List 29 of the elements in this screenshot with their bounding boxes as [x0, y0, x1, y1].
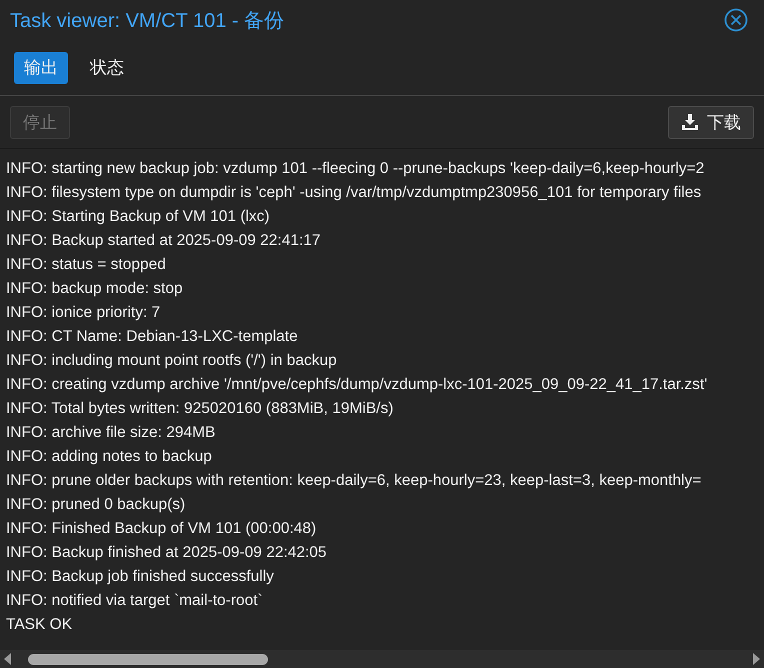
- log-line: INFO: adding notes to backup: [6, 447, 213, 467]
- log-line: INFO: including mount point rootfs ('/') in backup: [6, 351, 338, 371]
- window-title: Task viewer: VM/CT 101 - 备份: [10, 8, 284, 34]
- log-line: INFO: notified via target `mail-to-root`: [6, 591, 264, 611]
- tab[interactable]: 输出: [14, 52, 68, 84]
- tab[interactable]: 状态: [80, 52, 134, 84]
- scroll-right-icon[interactable]: [752, 653, 760, 665]
- log-line: INFO: Backup job finished successfully: [6, 567, 275, 587]
- scrollbar-thumb[interactable]: [28, 654, 268, 664]
- scroll-left-icon[interactable]: [4, 653, 12, 665]
- log-line: INFO: pruned 0 backup(s): [6, 495, 186, 515]
- log-line: INFO: Backup finished at 2025-09-09 22:42:05: [6, 543, 328, 563]
- log-line: INFO: filesystem type on dumpdir is 'ceph' -using /var/tmp/vzdumptmp230956_101 for temporary files: [6, 183, 702, 203]
- log-line: INFO: status = stopped: [6, 255, 167, 275]
- log-line: INFO: ionice priority: 7: [6, 303, 162, 323]
- log-line: INFO: backup mode: stop: [6, 279, 184, 299]
- log-line: INFO: starting new backup job: vzdump 101 --fleecing 0 --prune-backups 'keep-daily=6,keep-hourly=2: [6, 159, 706, 179]
- close-icon[interactable]: [724, 8, 748, 32]
- log-line: INFO: prune older backups with retention: keep-daily=6, keep-hourly=23, keep-last=3, keep-monthly=: [6, 471, 702, 491]
- log-line: INFO: Finished Backup of VM 101 (00:00:48): [6, 519, 318, 539]
- download-button[interactable]: 下载: [668, 106, 754, 138]
- log-line: INFO: Starting Backup of VM 101 (lxc): [6, 207, 271, 227]
- log-line: INFO: Backup started at 2025-09-09 22:41:17: [6, 231, 322, 251]
- log-line: INFO: creating vzdump archive '/mnt/pve/cephfs/dump/vzdump-lxc-101-2025_09_09-22_41_17.tar.zst': [6, 375, 708, 395]
- log-line: INFO: archive file size: 294MB: [6, 423, 216, 443]
- log-line: INFO: Total bytes written: 925020160 (883MiB, 19MiB/s): [6, 399, 394, 419]
- log-line: INFO: CT Name: Debian-13-LXC-template: [6, 327, 299, 347]
- log-line: TASK OK: [6, 615, 74, 635]
- download-icon: [681, 113, 699, 131]
